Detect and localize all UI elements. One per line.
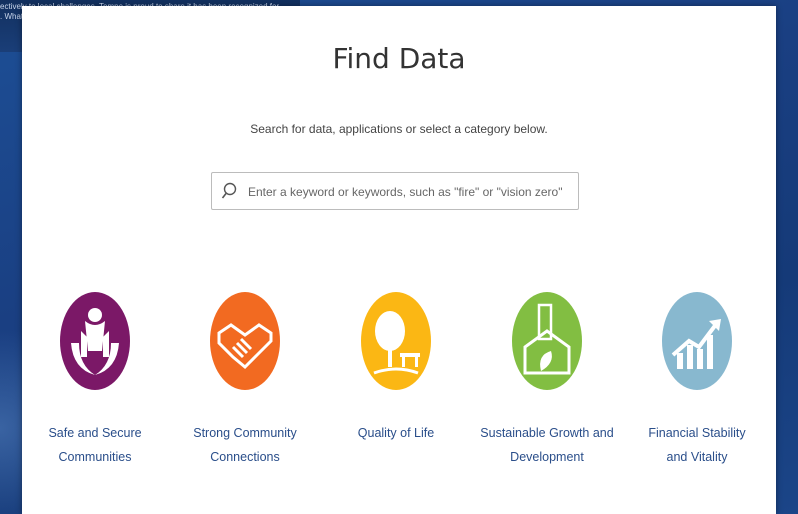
category-label-line: Strong Community <box>193 426 297 440</box>
category-label-line: Safe and Secure <box>48 426 142 440</box>
category-label-line: and Vitality <box>666 450 728 464</box>
category-quality-of-life[interactable]: Quality of Life <box>321 291 471 445</box>
category-label-line: Communities <box>58 450 132 464</box>
house-building-leaf-icon <box>512 292 582 390</box>
rising-chart-icon <box>662 292 732 390</box>
category-safe-and-secure[interactable]: Safe and Secure Communities <box>20 291 170 469</box>
background-text-line: . What <box>0 12 24 21</box>
category-label-line: Financial Stability <box>648 426 746 440</box>
category-label-line: Connections <box>210 450 280 464</box>
category-label-line: Quality of Life <box>357 426 435 440</box>
modal-subtitle: Search for data, applications or select … <box>250 122 548 136</box>
category-sustainable-growth[interactable]: Sustainable Growth and Development <box>472 291 622 469</box>
modal-title: Find Data <box>332 42 466 75</box>
tree-bench-icon <box>361 292 431 390</box>
people-hands-icon <box>60 292 130 390</box>
category-label-line: Development <box>510 450 584 464</box>
handshake-icon <box>210 292 280 390</box>
category-label-line: Sustainable Growth and <box>480 426 614 440</box>
category-financial-stability[interactable]: Financial Stability and Vitality <box>622 291 772 469</box>
search-icon[interactable] <box>221 181 241 201</box>
find-data-modal: Find Data Search for data, applications … <box>22 6 776 514</box>
search-box[interactable] <box>211 172 579 210</box>
category-strong-community[interactable]: Strong Community Connections <box>170 291 320 469</box>
search-input[interactable] <box>246 180 570 204</box>
